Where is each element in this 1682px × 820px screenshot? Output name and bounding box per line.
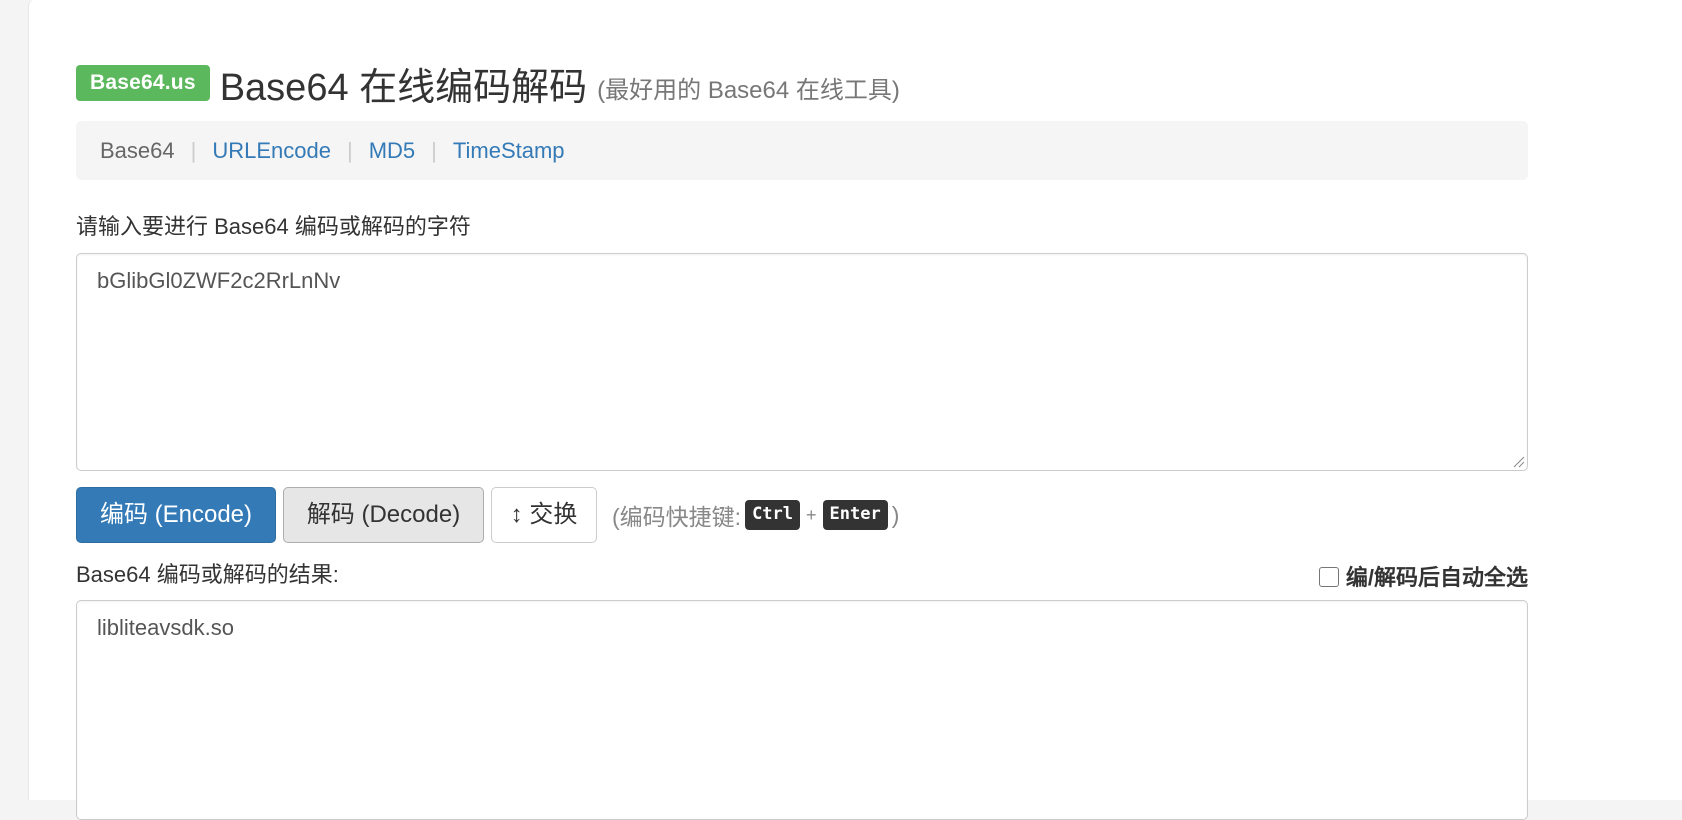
autoselect-checkbox[interactable] xyxy=(1318,567,1339,587)
output-textarea[interactable]: libliteavsdk.so xyxy=(76,600,1528,820)
page-title: Base64 在线编码解码 xyxy=(219,66,588,109)
output-label: Base64 编码或解码的结果: xyxy=(76,562,339,587)
kbd-enter: Enter xyxy=(822,500,888,530)
input-textarea[interactable]: bGlibGl0ZWF2c2RrLnNv xyxy=(76,253,1528,471)
nav-item-base64[interactable]: Base64 xyxy=(100,138,175,164)
nav-item-md5[interactable]: MD5 xyxy=(369,138,415,164)
nav-item-urlencode[interactable]: URLEncode xyxy=(212,138,331,164)
tool-nav: Base64 | URLEncode | MD5 | TimeStamp xyxy=(76,121,1528,180)
autoselect-label[interactable]: 编/解码后自动全选 xyxy=(1346,560,1528,592)
nav-separator: | xyxy=(431,137,437,163)
decode-button[interactable]: 解码 (Decode) xyxy=(283,487,484,543)
page-subtitle: (最好用的 Base64 在线工具) xyxy=(597,76,900,104)
kbd-ctrl: Ctrl xyxy=(745,500,801,530)
shortcut-prefix: (编码快捷键: xyxy=(612,504,742,530)
shortcut-plus: + xyxy=(806,504,817,525)
shortcut-suffix: ) xyxy=(891,501,900,528)
output-text[interactable]: libliteavsdk.so xyxy=(97,615,234,640)
shortcut-hint: (编码快捷键: Ctrl + Enter ) xyxy=(612,498,899,532)
action-row: 编码 (Encode) 解码 (Decode) ↕ 交换 (编码快捷键: Ctr… xyxy=(76,487,899,543)
nav-separator: | xyxy=(346,137,353,163)
page-header: Base64.us Base64 在线编码解码 (最好用的 Base64 在线工… xyxy=(76,58,900,109)
nav-separator: | xyxy=(190,137,197,163)
swap-button[interactable]: ↕ 交换 xyxy=(491,487,597,543)
resize-grip-icon[interactable] xyxy=(1511,454,1525,468)
encode-button[interactable]: 编码 (Encode) xyxy=(76,487,276,543)
site-badge[interactable]: Base64.us xyxy=(76,65,210,101)
nav-item-timestamp[interactable]: TimeStamp xyxy=(453,138,565,164)
input-text[interactable]: bGlibGl0ZWF2c2RrLnNv xyxy=(97,268,340,293)
input-label: 请输入要进行 Base64 编码或解码的字符 xyxy=(76,214,471,239)
autoselect-toggle[interactable]: 编/解码后自动全选 xyxy=(1318,560,1528,592)
